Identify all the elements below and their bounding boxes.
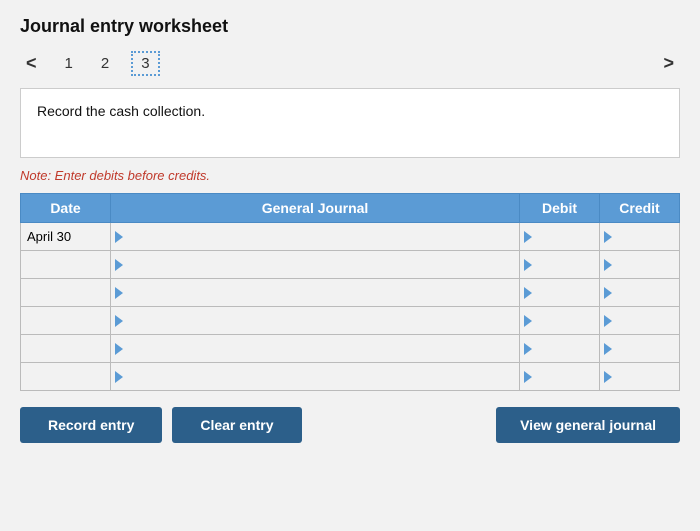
gj-input-2[interactable] bbox=[123, 279, 519, 306]
row-indicator-icon bbox=[115, 231, 123, 243]
date-cell-1 bbox=[21, 251, 111, 279]
table-row: April 30 bbox=[21, 223, 680, 251]
col-debit: Debit bbox=[520, 194, 600, 223]
journal-table: Date General Journal Debit Credit April … bbox=[20, 193, 680, 391]
page-2[interactable]: 2 bbox=[95, 53, 115, 74]
debit-input-0[interactable] bbox=[532, 223, 599, 250]
credit-indicator-icon bbox=[604, 231, 612, 243]
credit-cell-2[interactable] bbox=[600, 279, 680, 307]
view-general-journal-button[interactable]: View general journal bbox=[496, 407, 680, 443]
debit-input-2[interactable] bbox=[532, 279, 599, 306]
gj-cell-3[interactable] bbox=[111, 307, 520, 335]
gj-input-4[interactable] bbox=[123, 335, 519, 362]
credit-indicator-icon bbox=[604, 315, 612, 327]
row-indicator-icon bbox=[115, 371, 123, 383]
date-cell-4 bbox=[21, 335, 111, 363]
pagination-row: < 1 2 3 > bbox=[20, 51, 680, 76]
page-3[interactable]: 3 bbox=[131, 51, 159, 76]
debit-cell-2[interactable] bbox=[520, 279, 600, 307]
credit-input-1[interactable] bbox=[612, 251, 679, 278]
gj-cell-5[interactable] bbox=[111, 363, 520, 391]
page-1[interactable]: 1 bbox=[59, 53, 79, 74]
debit-input-3[interactable] bbox=[532, 307, 599, 334]
date-cell-2 bbox=[21, 279, 111, 307]
button-row: Record entry Clear entry View general jo… bbox=[20, 407, 680, 443]
credit-indicator-icon bbox=[604, 371, 612, 383]
debit-cell-0[interactable] bbox=[520, 223, 600, 251]
clear-entry-button[interactable]: Clear entry bbox=[172, 407, 301, 443]
credit-indicator-icon bbox=[604, 343, 612, 355]
gj-input-0[interactable] bbox=[123, 223, 519, 250]
debit-input-4[interactable] bbox=[532, 335, 599, 362]
credit-input-0[interactable] bbox=[612, 223, 679, 250]
debit-indicator-icon bbox=[524, 231, 532, 243]
credit-cell-3[interactable] bbox=[600, 307, 680, 335]
debit-input-5[interactable] bbox=[532, 363, 599, 390]
credit-cell-1[interactable] bbox=[600, 251, 680, 279]
gj-cell-4[interactable] bbox=[111, 335, 520, 363]
page-title: Journal entry worksheet bbox=[20, 16, 680, 37]
debit-cell-1[interactable] bbox=[520, 251, 600, 279]
table-row bbox=[21, 307, 680, 335]
prev-arrow[interactable]: < bbox=[20, 51, 43, 76]
debit-input-1[interactable] bbox=[532, 251, 599, 278]
debit-indicator-icon bbox=[524, 259, 532, 271]
gj-input-3[interactable] bbox=[123, 307, 519, 334]
gj-input-1[interactable] bbox=[123, 251, 519, 278]
credit-input-5[interactable] bbox=[612, 363, 679, 390]
row-indicator-icon bbox=[115, 315, 123, 327]
credit-indicator-icon bbox=[604, 287, 612, 299]
instruction-box: Record the cash collection. bbox=[20, 88, 680, 158]
date-cell-5 bbox=[21, 363, 111, 391]
main-container: Journal entry worksheet < 1 2 3 > Record… bbox=[0, 0, 700, 531]
debit-indicator-icon bbox=[524, 371, 532, 383]
debit-indicator-icon bbox=[524, 315, 532, 327]
record-entry-button[interactable]: Record entry bbox=[20, 407, 162, 443]
gj-input-5[interactable] bbox=[123, 363, 519, 390]
table-row bbox=[21, 363, 680, 391]
date-cell-0: April 30 bbox=[21, 223, 111, 251]
gj-cell-2[interactable] bbox=[111, 279, 520, 307]
credit-cell-0[interactable] bbox=[600, 223, 680, 251]
col-date: Date bbox=[21, 194, 111, 223]
gj-cell-0[interactable] bbox=[111, 223, 520, 251]
date-cell-3 bbox=[21, 307, 111, 335]
credit-cell-4[interactable] bbox=[600, 335, 680, 363]
table-row bbox=[21, 251, 680, 279]
next-arrow[interactable]: > bbox=[657, 51, 680, 76]
credit-input-4[interactable] bbox=[612, 335, 679, 362]
gj-cell-1[interactable] bbox=[111, 251, 520, 279]
row-indicator-icon bbox=[115, 259, 123, 271]
credit-indicator-icon bbox=[604, 259, 612, 271]
row-indicator-icon bbox=[115, 343, 123, 355]
credit-input-2[interactable] bbox=[612, 279, 679, 306]
debit-cell-3[interactable] bbox=[520, 307, 600, 335]
row-indicator-icon bbox=[115, 287, 123, 299]
credit-input-3[interactable] bbox=[612, 307, 679, 334]
credit-cell-5[interactable] bbox=[600, 363, 680, 391]
debit-cell-4[interactable] bbox=[520, 335, 600, 363]
debit-indicator-icon bbox=[524, 287, 532, 299]
debit-indicator-icon bbox=[524, 343, 532, 355]
table-header-row: Date General Journal Debit Credit bbox=[21, 194, 680, 223]
instruction-text: Record the cash collection. bbox=[37, 103, 205, 119]
note-text: Note: Enter debits before credits. bbox=[20, 168, 680, 183]
table-row bbox=[21, 279, 680, 307]
table-row bbox=[21, 335, 680, 363]
col-credit: Credit bbox=[600, 194, 680, 223]
col-general-journal: General Journal bbox=[111, 194, 520, 223]
debit-cell-5[interactable] bbox=[520, 363, 600, 391]
